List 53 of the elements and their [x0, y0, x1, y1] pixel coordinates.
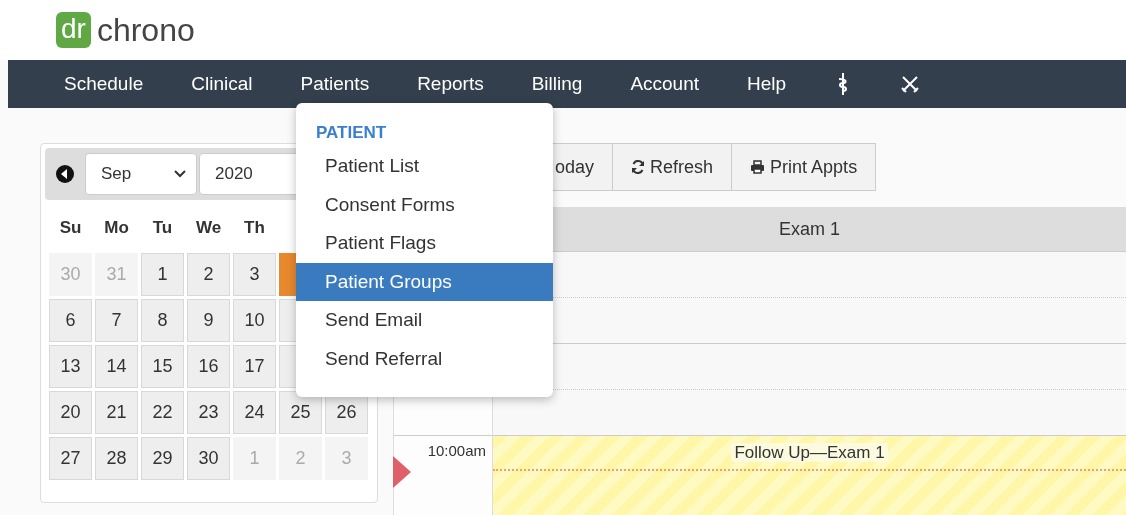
month-select[interactable]: Sep [85, 153, 197, 195]
crossed-swords-icon[interactable] [900, 74, 921, 94]
day-cell[interactable]: 6 [49, 299, 92, 342]
day-cell[interactable]: 27 [49, 437, 92, 480]
day-cell[interactable]: 2 [187, 253, 230, 296]
day-cell[interactable]: 3 [233, 253, 276, 296]
appointment-block[interactable]: Follow Up—Exam 1 [493, 436, 1126, 515]
day-cell[interactable]: 16 [187, 345, 230, 388]
nav-item[interactable]: Clinical [191, 73, 253, 95]
day-cell[interactable]: 7 [95, 299, 138, 342]
toolbar-button[interactable]: Refresh [613, 143, 733, 191]
weekday-label: Tu [151, 217, 174, 239]
chevron-down-icon [174, 170, 186, 178]
menu-item[interactable]: Send Email [296, 301, 553, 340]
time-label: 10:00am [426, 441, 487, 459]
day-cell[interactable]: 14 [95, 345, 138, 388]
weekday-label: Su [58, 217, 83, 239]
menu-heading: PATIENT [315, 123, 388, 143]
logo-badge: dr [56, 11, 91, 49]
weekday-label: Th [243, 217, 266, 239]
day-cell[interactable]: 9 [187, 299, 230, 342]
nav-item[interactable]: Patients [300, 73, 370, 95]
nav-item[interactable]: Schedule [64, 73, 144, 95]
day-cell[interactable]: 20 [49, 391, 92, 434]
refresh-icon [631, 160, 646, 174]
day-cell[interactable]: 23 [187, 391, 230, 434]
day-cell[interactable]: 1 [141, 253, 184, 296]
day-cell[interactable]: 8 [141, 299, 184, 342]
day-cell[interactable]: 30 [187, 437, 230, 480]
weekday-label: We [194, 217, 223, 239]
day-cell[interactable]: 17 [233, 345, 276, 388]
previous-icon[interactable] [55, 164, 75, 184]
appointment-title: Follow Up—Exam 1 [731, 443, 888, 462]
nav-item[interactable]: Reports [417, 73, 484, 95]
day-cell[interactable]: 10 [233, 299, 276, 342]
toolbar-button[interactable]: Print Appts [732, 143, 877, 191]
menu-item[interactable]: Patient Groups [296, 262, 553, 301]
day-cell[interactable]: 28 [95, 437, 138, 480]
day-cell[interactable]: 13 [49, 345, 92, 388]
day-cell[interactable]: 24 [233, 391, 276, 434]
nav-item[interactable]: Account [630, 73, 700, 95]
weekday-label: Mo [103, 217, 130, 239]
day-cell[interactable]: 22 [141, 391, 184, 434]
nav-item[interactable]: Billing [531, 73, 583, 95]
nav-item[interactable]: Help [747, 73, 787, 95]
day-cell[interactable]: 15 [141, 345, 184, 388]
day-cell[interactable]: 21 [95, 391, 138, 434]
current-time-marker [393, 456, 411, 488]
day-cell[interactable]: 25 [279, 391, 322, 434]
logo-text: chrono [96, 11, 195, 49]
day-cell[interactable]: 29 [141, 437, 184, 480]
printer-icon [750, 160, 766, 174]
menu-item[interactable]: Send Referral [296, 339, 553, 378]
